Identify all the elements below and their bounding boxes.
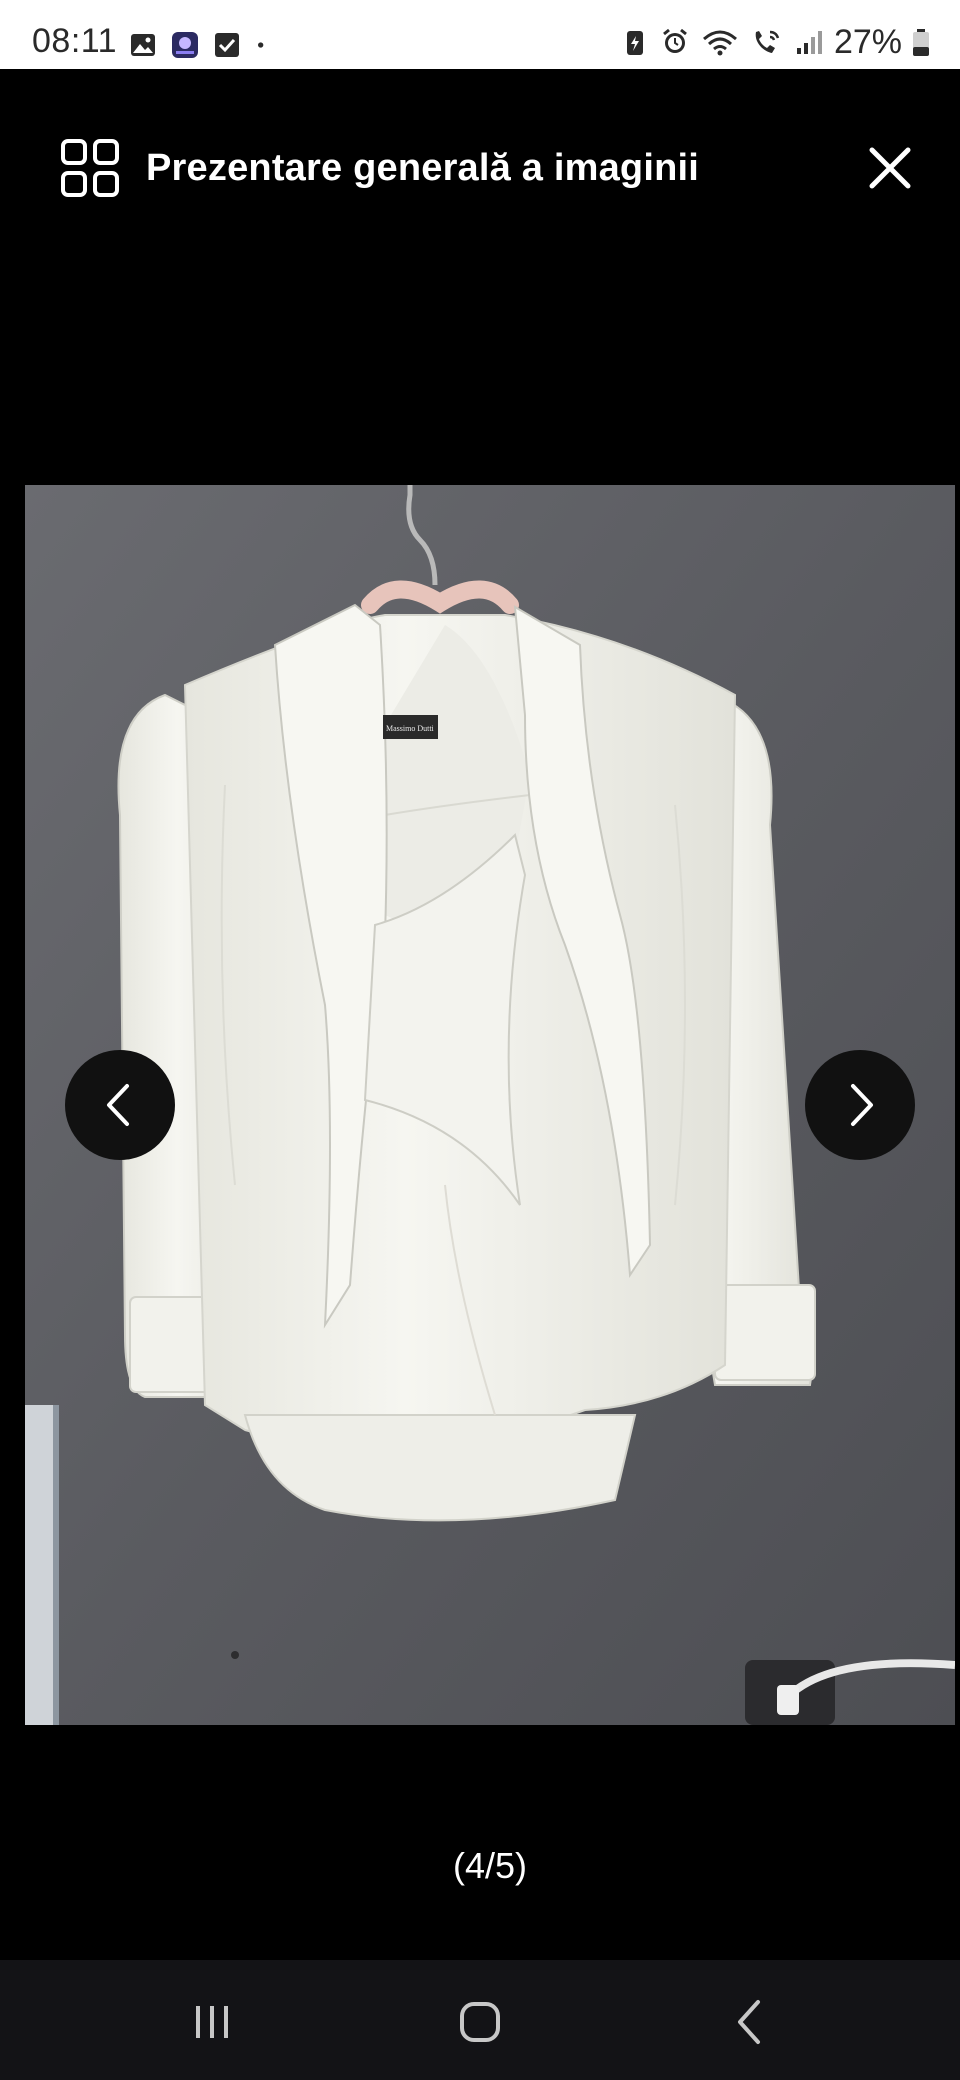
battery-icon — [913, 29, 929, 56]
chevron-right-icon — [851, 1084, 873, 1126]
battery-percent: 27% — [833, 22, 902, 61]
viewer-title: Prezentare generală a imaginii — [146, 147, 700, 189]
recent-apps-icon[interactable] — [182, 1992, 242, 2052]
grid-icon[interactable] — [60, 138, 120, 198]
close-icon[interactable] — [860, 138, 920, 198]
system-nav-bar — [0, 1960, 960, 2080]
gallery-icon — [131, 34, 155, 56]
alarm-icon — [663, 28, 687, 53]
status-right-icons: 27% — [620, 22, 930, 62]
app-icon — [172, 32, 198, 58]
viewer-header: Prezentare generală a imaginii — [0, 120, 960, 220]
chevron-left-icon — [107, 1084, 129, 1126]
wifi-call-icon — [755, 30, 780, 53]
home-icon[interactable] — [450, 1992, 510, 2052]
signal-icon — [796, 31, 822, 54]
image-counter: (4/5) — [452, 1845, 528, 1886]
wifi-icon — [702, 30, 737, 56]
image-viewer-screen: 08:11 27% Prezentare generală a imaginii… — [0, 0, 960, 2080]
back-icon[interactable] — [720, 1992, 780, 2052]
dot-icon — [258, 42, 264, 48]
status-time: 08:11 — [32, 22, 118, 60]
checkbox-icon — [215, 33, 239, 57]
next-image-button[interactable] — [805, 1050, 915, 1160]
previous-image-button[interactable] — [65, 1050, 175, 1160]
battery-saver-icon — [626, 31, 643, 55]
brand-label-text: Massimo Dutti — [386, 724, 435, 733]
status-left-icons — [128, 28, 274, 62]
status-bar: 08:11 27% — [0, 0, 960, 69]
